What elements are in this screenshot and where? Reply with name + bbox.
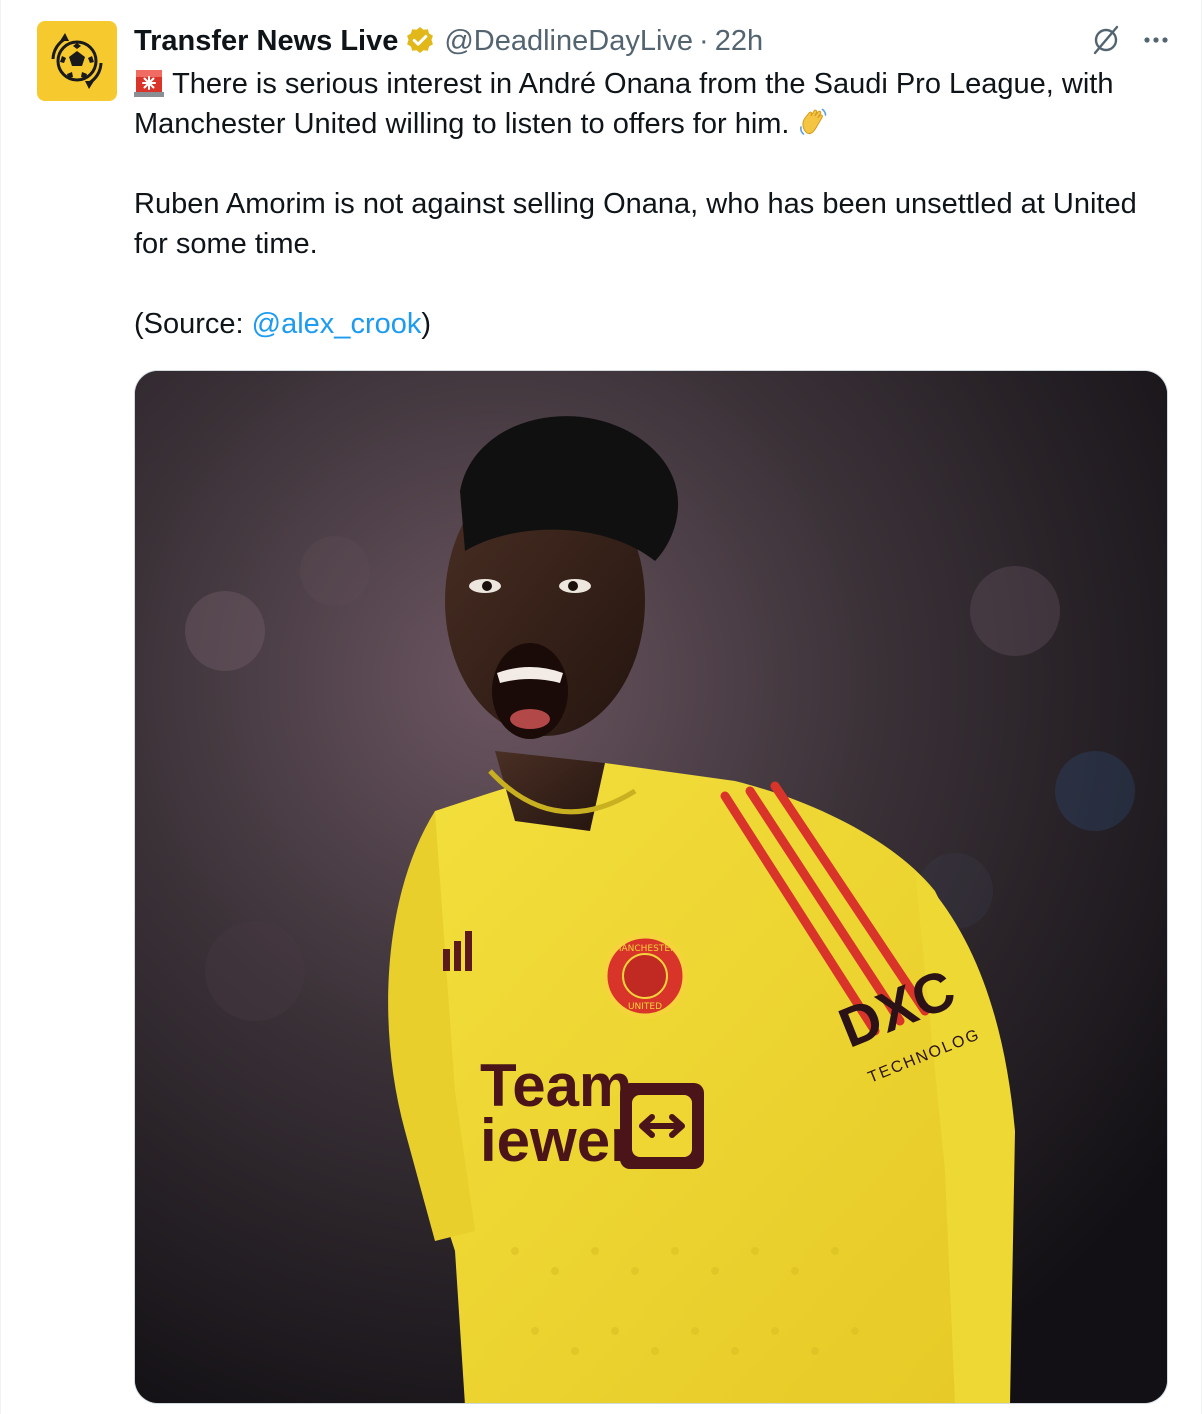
author-handle[interactable]: @DeadlineDayLive — [444, 25, 693, 58]
tweet-card[interactable]: Transfer News Live @DeadlineDayLive · 22… — [0, 0, 1202, 1414]
verified-badge-icon[interactable] — [404, 25, 436, 57]
sponsor-line-2: iewer — [480, 1107, 633, 1174]
soccer-ball-icon — [51, 33, 103, 89]
club-badge: MANCHESTER UNITED — [602, 933, 688, 1019]
tweet-paragraph-2: Ruben Amorim is not against selling Onan… — [134, 188, 1137, 260]
tweet-paragraph-1: There is serious interest in André Onana… — [134, 64, 1174, 144]
tweet-text: There is serious interest in André Onana… — [134, 64, 1174, 344]
goalkeeper-photo: MANCHESTER UNITED Team iewer DXC TECHNOL… — [135, 371, 1167, 1403]
tweet-text-line-1: There is serious interest in André Onana… — [134, 68, 1114, 140]
timestamp[interactable]: 22h — [715, 25, 763, 58]
author-name[interactable]: Transfer News Live — [134, 25, 398, 58]
separator-dot: · — [699, 24, 709, 57]
tweet-header: Transfer News Live @DeadlineDayLive · 22… — [134, 18, 1174, 64]
tweet-paragraph-3: (Source: @alex_crook) — [134, 304, 1174, 344]
police-light-emoji-icon — [134, 67, 164, 97]
waving-hand-emoji-icon — [798, 107, 828, 137]
avatar[interactable] — [37, 21, 117, 101]
badge-bottom-text: UNITED — [628, 1002, 662, 1012]
tweet-photo[interactable]: MANCHESTER UNITED Team iewer DXC TECHNOL… — [134, 370, 1168, 1404]
mention-link[interactable]: @alex_crook — [252, 308, 422, 340]
header-actions — [1088, 22, 1174, 58]
more-dots-icon[interactable] — [1138, 22, 1174, 58]
badge-top-text: MANCHESTER — [614, 944, 677, 954]
tweet-content: Transfer News Live @DeadlineDayLive · 22… — [134, 18, 1174, 344]
source-suffix: ) — [421, 308, 432, 340]
grok-icon[interactable] — [1088, 22, 1124, 58]
source-prefix: (Source: — [134, 308, 252, 340]
